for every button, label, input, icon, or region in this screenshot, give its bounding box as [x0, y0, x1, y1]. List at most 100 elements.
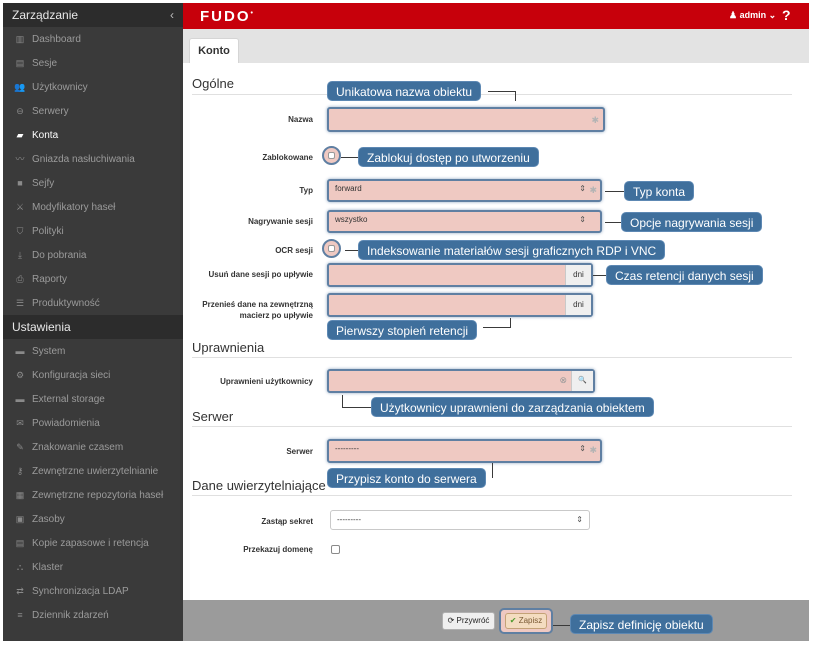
sidebar-section-label: Ustawienia	[12, 320, 71, 334]
top-bar: FUDO• ♟ admin ⌄ ?	[183, 3, 809, 29]
callout-connector	[341, 157, 359, 158]
sidebar-item-dashboard[interactable]: ▥ Dashboard	[3, 27, 183, 51]
name-input[interactable]: ✱	[327, 107, 605, 132]
sidebar-item-zewnetrzne-uwierzytelnianie[interactable]: ⚷ Zewnętrzne uwierzytelnianie	[3, 459, 183, 483]
kopie-zapasowe-i-retencja-icon: ▤	[15, 538, 25, 548]
sidebar-item-system[interactable]: ▬ System	[3, 339, 183, 363]
sidebar-section-management[interactable]: Zarządzanie ‹	[3, 3, 183, 27]
sidebar-section-settings[interactable]: Ustawienia	[3, 315, 183, 339]
save-button-highlight: ✔ Zapisz	[499, 608, 553, 634]
do-pobrania-icon: ⤓	[18, 250, 22, 260]
select-arrow-icon: ⇕	[576, 515, 583, 524]
divider	[192, 357, 792, 358]
sidebar-item-label: Do pobrania	[32, 250, 87, 261]
chevron-down-icon: ⌄	[768, 10, 777, 20]
sidebar-item-label: Sejfy	[32, 178, 55, 189]
check-icon: ✔	[509, 616, 517, 625]
sidebar-item-gniazda-nasluchiwania[interactable]: 〰 Gniazda nasłuchiwania	[3, 147, 183, 171]
sidebar-item-external-storage[interactable]: ▬ External storage	[3, 387, 183, 411]
callout-connector	[483, 327, 511, 328]
permitted-users-label: Uprawnieni użytkownicy	[220, 377, 313, 386]
sidebar: Zarządzanie ‹ ▥ Dashboard ▤ Sesje 👥 Użytkowni…	[3, 3, 183, 641]
callout-connector	[488, 91, 516, 92]
permitted-users-input[interactable]: ⊗ 🔍	[327, 369, 595, 393]
system-icon: ▬	[15, 346, 25, 356]
sidebar-item-sejfy[interactable]: ■ Sejfy	[3, 171, 183, 195]
sidebar-item-klaster[interactable]: ⛬ Klaster	[3, 555, 183, 579]
callout-connector	[605, 191, 625, 192]
sidebar-item-label: Produktywność	[32, 298, 100, 309]
fudo-logo[interactable]: FUDO•	[200, 8, 255, 25]
user-menu[interactable]: ♟ admin ⌄	[729, 10, 776, 21]
collapse-icon[interactable]: ‹	[170, 3, 174, 27]
sidebar-item-label: Synchronizacja LDAP	[32, 586, 129, 597]
callout-connector	[605, 222, 622, 223]
sejfy-icon: ■	[17, 178, 23, 188]
sidebar-item-serwery[interactable]: ⊖ Serwery	[3, 99, 183, 123]
save-button[interactable]: ✔ Zapisz	[505, 613, 547, 629]
sidebar-item-powiadomienia[interactable]: ✉ Powiadomienia	[3, 411, 183, 435]
sidebar-item-raporty[interactable]: ⎙ Raporty	[3, 267, 183, 291]
callout-ocr: Indeksowanie materiałów sesji graficznyc…	[358, 240, 666, 260]
restore-icon: ⟳	[447, 616, 455, 625]
type-label: Typ	[299, 186, 313, 195]
blocked-checkbox[interactable]	[322, 146, 341, 165]
server-label: Serwer	[286, 447, 313, 456]
sidebar-item-synchronizacja-ldap[interactable]: ⇄ Synchronizacja LDAP	[3, 579, 183, 603]
days-addon: dni	[565, 295, 591, 315]
sidebar-item-label: Polityki	[32, 226, 64, 237]
delete-after-label: Usuń dane sesji po upływie	[208, 270, 313, 279]
sidebar-item-konta[interactable]: ▰ Konta	[3, 123, 183, 147]
sidebar-item-uzytkownicy[interactable]: 👥 Użytkownicy	[3, 75, 183, 99]
uzytkownicy-icon: 👥	[14, 82, 26, 92]
sidebar-item-kopie-zapasowe-i-retencja[interactable]: ▤ Kopie zapasowe i retencja	[3, 531, 183, 555]
name-label: Nazwa	[288, 115, 313, 124]
sidebar-item-zasoby[interactable]: ▣ Zasoby	[3, 507, 183, 531]
form-footer: ⟳ Przywróć ✔ Zapisz	[183, 600, 809, 641]
sidebar-item-sesje[interactable]: ▤ Sesje	[3, 51, 183, 75]
sidebar-settings-list: ▬ System ⚙ Konfiguracja sieci ▬ External stor…	[3, 339, 183, 627]
sidebar-section-label: Zarządzanie	[12, 8, 79, 22]
callout-connector	[593, 275, 607, 276]
callout-permitted-users: Użytkownicy uprawnieni do zarządzania ob…	[371, 397, 654, 417]
pass-domain-checkbox[interactable]	[331, 545, 340, 554]
sidebar-item-polityki[interactable]: ⛉ Polityki	[3, 219, 183, 243]
sidebar-item-zewnetrzne-repozytoria-hasel[interactable]: ▦ Zewnętrzne repozytoria haseł	[3, 483, 183, 507]
ocr-checkbox[interactable]	[322, 239, 341, 258]
days-addon: dni	[565, 265, 591, 285]
search-icon[interactable]: 🔍	[571, 371, 593, 391]
dashboard-icon: ▥	[15, 34, 25, 44]
save-label: Zapisz	[518, 616, 543, 625]
zasoby-icon: ▣	[15, 514, 25, 524]
sidebar-item-produktywnosc[interactable]: ☰ Produktywność	[3, 291, 183, 315]
restore-button[interactable]: ⟳ Przywróć	[442, 612, 495, 630]
sidebar-item-label: Modyfikatory haseł	[32, 202, 116, 213]
sidebar-item-label: Konfiguracja sieci	[32, 370, 111, 381]
type-select[interactable]: forward ⇕ ✱	[327, 179, 602, 202]
divider	[192, 495, 792, 496]
recording-select[interactable]: wszystko ⇕	[327, 210, 602, 233]
sidebar-item-do-pobrania[interactable]: ⤓ Do pobrania	[3, 243, 183, 267]
delete-after-input[interactable]: dni	[327, 263, 593, 287]
sidebar-item-konfiguracja-sieci[interactable]: ⚙ Konfiguracja sieci	[3, 363, 183, 387]
sidebar-item-dziennik-zdarzen[interactable]: ≡ Dziennik zdarzeń	[3, 603, 183, 627]
tab-konto[interactable]: Konto	[189, 38, 239, 64]
replace-secret-select[interactable]: --------- ⇕	[330, 510, 590, 530]
checkbox-box	[328, 152, 335, 159]
help-icon[interactable]: ?	[782, 7, 791, 23]
callout-name: Unikatowa nazwa obiektu	[327, 81, 482, 101]
server-value: ---------	[335, 444, 359, 453]
callout-server: Przypisz konto do serwera	[327, 468, 486, 488]
sidebar-item-modyfikatory-hasel[interactable]: ⚔ Modyfikatory haseł	[3, 195, 183, 219]
server-select[interactable]: --------- ⇕ ✱	[327, 439, 602, 463]
sidebar-management-list: ▥ Dashboard ▤ Sesje 👥 Użytkownicy ⊖ Serwery ▰ Kon…	[3, 27, 183, 315]
section-credentials: Dane uwierzytelniające	[192, 478, 326, 493]
sidebar-item-label: Serwery	[32, 106, 69, 117]
sidebar-item-label: Użytkownicy	[32, 82, 88, 93]
sidebar-item-label: Zewnętrzne repozytoria haseł	[32, 490, 164, 501]
sidebar-item-znakowanie-czasem[interactable]: ✎ Znakowanie czasem	[3, 435, 183, 459]
move-after-input[interactable]: dni	[327, 293, 593, 317]
callout-connector	[342, 395, 343, 407]
section-permissions: Uprawnienia	[192, 340, 265, 355]
clear-icon[interactable]: ⊗	[559, 372, 567, 388]
